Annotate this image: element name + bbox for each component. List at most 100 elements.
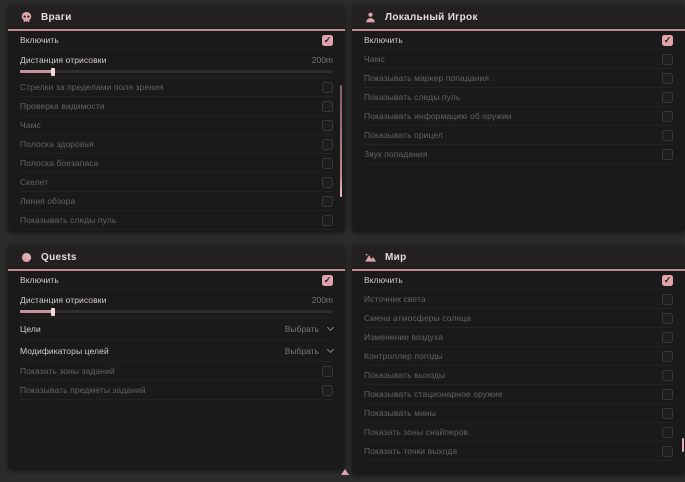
panel-title: Мир — [385, 252, 407, 263]
setting-row: Включить✓ — [364, 271, 673, 290]
checkbox[interactable] — [322, 385, 333, 396]
panel-body: Включить✓Дистанция отрисовки200mСтрелки … — [8, 31, 345, 230]
slider[interactable] — [20, 70, 333, 73]
panel-local-player: Локальный Игрок Включить ✓ Чамс Показывать … — [352, 5, 685, 232]
dropdown-value: Выбрать — [285, 346, 319, 356]
setting-label: Показывать информацию об оружии — [364, 111, 512, 121]
setting-row: Чамс — [20, 116, 333, 135]
setting-label: Показать зоны заданий — [20, 366, 115, 376]
setting-row: Изменение воздуха — [364, 328, 673, 347]
dropdown-value: Выбрать — [285, 324, 319, 334]
checkbox[interactable] — [662, 54, 673, 65]
setting-label: Дистанция отрисовки — [20, 55, 106, 65]
slider-line: Дистанция отрисовки 200m — [20, 293, 333, 307]
setting-label: Дистанция отрисовки — [20, 295, 106, 305]
setting-label: Показать точки выхода — [364, 446, 457, 456]
checkbox[interactable] — [322, 196, 333, 207]
setting-row: Включить ✓ — [20, 271, 333, 290]
checkbox[interactable] — [662, 351, 673, 362]
checkbox[interactable] — [662, 313, 673, 324]
dropdown[interactable]: Выбрать — [285, 324, 333, 334]
setting-row: Показывать выходы — [364, 366, 673, 385]
checkbox[interactable] — [662, 370, 673, 381]
checkbox[interactable] — [662, 446, 673, 457]
setting-label: Изменение воздуха — [364, 332, 443, 342]
setting-label: Контроллер погоды — [364, 351, 443, 361]
panel-header: Локальный Игрок — [352, 5, 685, 31]
setting-row: Показывать следы пуль — [364, 88, 673, 107]
setting-row: Цели Выбрать — [20, 318, 333, 340]
setting-row: Дистанция отрисовки 200m — [20, 290, 333, 318]
slider-fill — [20, 310, 53, 313]
setting-label: Включить — [20, 275, 59, 285]
checkbox[interactable]: ✓ — [662, 35, 673, 46]
setting-label: Линия обзора — [20, 196, 75, 206]
slider[interactable] — [20, 310, 333, 313]
checkbox[interactable] — [662, 73, 673, 84]
panel-header: Мир — [352, 245, 685, 271]
checkbox[interactable] — [662, 92, 673, 103]
setting-label: Модификаторы целей — [20, 346, 109, 356]
setting-row: Звук попадания — [364, 145, 673, 164]
checkbox[interactable] — [662, 111, 673, 122]
checkbox[interactable] — [322, 215, 333, 226]
checkbox[interactable]: ✓ — [322, 275, 333, 286]
setting-label: Включить — [364, 35, 403, 45]
panel-body: Включить ✓ Чамс Показывать маркер попадания… — [352, 31, 685, 164]
checkbox[interactable] — [662, 294, 673, 305]
setting-label: Чамс — [364, 54, 385, 64]
cursor-marker — [341, 469, 349, 475]
dropdown[interactable]: Выбрать — [285, 346, 333, 356]
checkbox[interactable] — [322, 139, 333, 150]
checkbox[interactable] — [662, 427, 673, 438]
setting-row: Показывать маркер попадания — [364, 69, 673, 88]
setting-label: Показывать выходы — [364, 370, 445, 380]
setting-row: Источник света — [364, 290, 673, 309]
setting-row: Дистанция отрисовки200m — [20, 50, 333, 78]
checkbox[interactable] — [322, 366, 333, 377]
slider-thumb[interactable] — [51, 68, 55, 76]
setting-label: Полоска боезапаса — [20, 158, 98, 168]
checkbox[interactable] — [662, 389, 673, 400]
panel-header: Quests — [8, 245, 345, 271]
setting-label: Источник света — [364, 294, 426, 304]
setting-row: Линия обзора — [20, 192, 333, 211]
setting-row: Показывать прицел — [364, 126, 673, 145]
setting-row: Полоска здоровья — [20, 135, 333, 154]
slider-value: 200m — [312, 295, 333, 305]
setting-row: Показывать информацию об оружии — [364, 107, 673, 126]
checkbox[interactable] — [322, 101, 333, 112]
setting-row: Включить ✓ — [364, 31, 673, 50]
checkbox[interactable] — [662, 130, 673, 141]
mountain-icon — [364, 251, 377, 264]
setting-label: Звук попадания — [364, 149, 428, 159]
checkbox[interactable]: ✓ — [662, 275, 673, 286]
setting-row: Показывать предметы заданий — [20, 381, 333, 400]
setting-label: Цели — [20, 324, 41, 334]
checkbox[interactable] — [322, 82, 333, 93]
checkbox[interactable] — [322, 177, 333, 188]
setting-label: Показывать следы пуль — [364, 92, 460, 102]
panel-world: Мир Включить✓ Источник света Смена атмосфе… — [352, 245, 685, 475]
slider-thumb[interactable] — [51, 308, 55, 316]
checkbox[interactable] — [322, 158, 333, 169]
chevron-down-icon — [327, 345, 334, 352]
scrollbar[interactable] — [682, 438, 684, 452]
checkbox[interactable] — [662, 149, 673, 160]
setting-row: Смена атмосферы солнца — [364, 309, 673, 328]
checkbox[interactable] — [662, 332, 673, 343]
setting-label: Смена атмосферы солнца — [364, 313, 471, 323]
slider-line: Дистанция отрисовки200m — [20, 53, 333, 67]
setting-row: Показывать стационарное оружие — [364, 385, 673, 404]
setting-row: Контроллер погоды — [364, 347, 673, 366]
checkbox[interactable] — [662, 408, 673, 419]
setting-row: Стрелки за пределами поля зрения — [20, 78, 333, 97]
skull-icon — [20, 11, 33, 24]
scrollbar[interactable] — [340, 85, 342, 197]
checkbox[interactable]: ✓ — [322, 35, 333, 46]
setting-label: Показывать следы пуль — [20, 215, 116, 225]
setting-row: Модификаторы целей Выбрать — [20, 340, 333, 362]
setting-row: Проверка видимости — [20, 97, 333, 116]
checkbox[interactable] — [322, 120, 333, 131]
slider-fill — [20, 70, 53, 73]
